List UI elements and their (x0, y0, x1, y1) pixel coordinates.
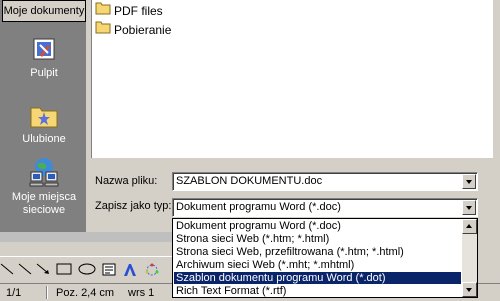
file-list[interactable]: PDF files Pobieranie (91, 0, 493, 158)
drawing-toolbar (0, 256, 172, 281)
wordart-tool-icon[interactable] (122, 263, 138, 280)
scroll-down-button[interactable] (462, 282, 477, 297)
desktop-icon (28, 33, 60, 65)
favorites-folder-icon (28, 99, 60, 131)
document-area-strip (0, 232, 172, 242)
type-option[interactable]: Strona sieci Web, przefiltrowana (*.htm;… (174, 246, 461, 258)
list-item[interactable]: Pobieranie (95, 20, 172, 39)
scroll-up-button[interactable] (462, 219, 477, 234)
place-my-documents-label: Moje dokumenty (3, 5, 85, 17)
filename-field[interactable]: SZABLON DOKUMENTU.doc (172, 172, 478, 191)
status-position: Poz. 2,4 cm (56, 287, 115, 299)
arrow-tool-icon[interactable] (36, 263, 50, 278)
status-separator (46, 286, 47, 299)
save-as-type-value: Dokument programu Word (*.doc) (176, 201, 341, 213)
rectangle-tool-icon[interactable] (56, 263, 72, 278)
type-option[interactable]: Dokument programu Word (*.doc) (174, 220, 461, 232)
folder-icon (95, 1, 111, 20)
place-desktop[interactable]: Pulpit (2, 30, 86, 82)
filename-label: Nazwa pliku: (95, 175, 158, 187)
filename-value: SZABLON DOKUMENTU.doc (176, 175, 323, 187)
place-desktop-label: Pulpit (30, 67, 58, 79)
save-as-type-select[interactable]: Dokument programu Word (*.doc) (172, 198, 478, 217)
place-favorites[interactable]: Ulubione (2, 96, 86, 148)
line-tool-icon[interactable] (0, 263, 14, 278)
save-as-type-dropdown-list[interactable]: Dokument programu Word (*.doc) Strona si… (172, 218, 478, 298)
oval-tool-icon[interactable] (78, 263, 96, 278)
diagram-tool-icon[interactable] (144, 263, 160, 280)
file-name: PDF files (114, 3, 163, 18)
places-bar: Moje dokumenty Pulpit Ulubione Moje miej… (0, 0, 86, 232)
status-page: 1/1 (6, 287, 22, 299)
type-option[interactable]: Archiwum sieci Web (*.mht; *.mhtml) (174, 259, 461, 271)
dropdown-scrollbar[interactable] (462, 219, 477, 297)
type-option[interactable]: Rich Text Format (*.rtf) (174, 285, 461, 297)
type-option-selected[interactable]: Szablon dokumentu programu Word (*.dot) (174, 272, 461, 284)
text-box-tool-icon[interactable] (102, 263, 116, 279)
place-network-label-line1: Moje miejsca (11, 191, 77, 203)
save-as-type-label: Zapisz jako typ: (95, 200, 172, 212)
save-as-type-dropdown-button[interactable] (462, 200, 476, 215)
place-favorites-label: Ulubione (22, 133, 66, 145)
place-my-documents[interactable]: Moje dokumenty (2, 0, 86, 22)
network-places-icon (28, 156, 60, 188)
type-option[interactable]: Strona sieci Web (*.htm; *.html) (174, 233, 461, 245)
place-network[interactable]: Moje miejsca sieciowe (2, 156, 86, 218)
list-item[interactable]: PDF files (95, 1, 163, 20)
place-network-label-line2: sieciowe (22, 204, 66, 216)
folder-icon (95, 20, 111, 39)
line-tool-icon[interactable] (18, 263, 32, 278)
file-name: Pobieranie (114, 22, 172, 37)
status-line: wrs 1 (128, 287, 155, 299)
filename-dropdown-button[interactable] (462, 174, 476, 189)
